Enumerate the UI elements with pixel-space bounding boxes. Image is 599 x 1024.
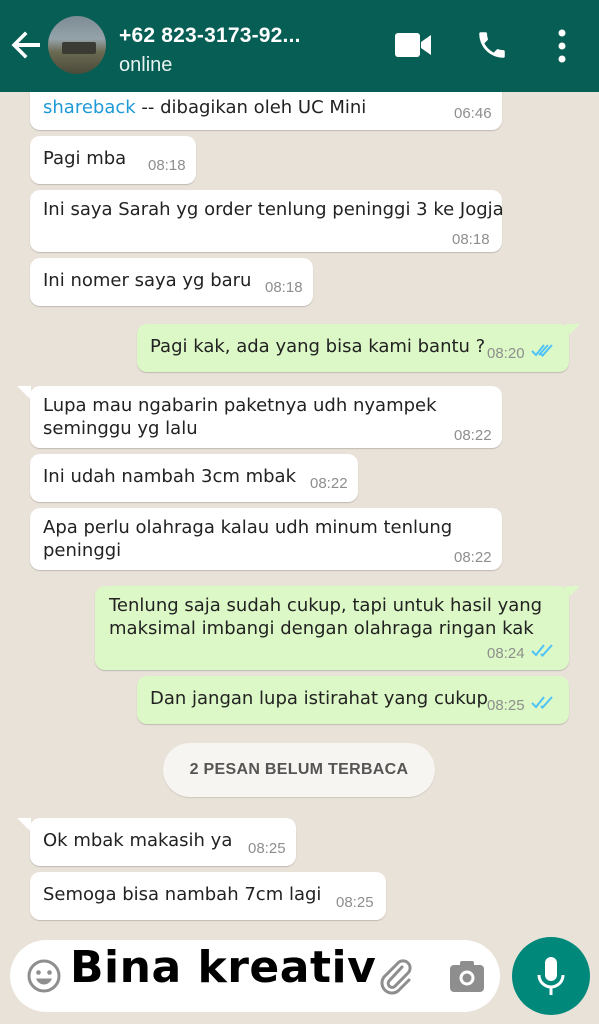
video-call-icon[interactable] <box>394 30 432 60</box>
message-time: 06:46 <box>454 105 492 122</box>
message-time: 08:18 <box>265 279 303 296</box>
double-check-icon <box>531 344 553 357</box>
contact-status: online <box>119 54 173 76</box>
message-bubble-incoming[interactable]: Ini saya Sarah yg order tenlung peninggi… <box>30 190 504 252</box>
avatar[interactable] <box>48 16 106 74</box>
message-link[interactable]: shareback <box>43 97 136 118</box>
message-time: 08:20 <box>487 345 525 362</box>
bubble-tail <box>17 818 31 832</box>
message-time: 08:18 <box>452 231 490 248</box>
message-text: Tenlung saja sudah cukup, tapi untuk has… <box>109 595 543 639</box>
watermark-text: Bina kreativ <box>70 942 377 993</box>
mic-button[interactable] <box>512 937 590 1015</box>
message-time: 08:22 <box>454 549 492 566</box>
message-time: 08:25 <box>487 697 525 714</box>
message-time: 08:25 <box>248 840 286 857</box>
more-vert-icon[interactable] <box>553 28 571 64</box>
message-time: 08:24 <box>487 645 525 662</box>
message-bubble-incoming[interactable]: Ini udah nambah 3cm mbak 08:22 <box>30 454 358 502</box>
message-bubble-incoming[interactable]: Apa perlu olahraga kalau udh minum tenlu… <box>30 508 502 570</box>
message-bubble-incoming[interactable]: Pagi mba 08:18 <box>30 136 196 184</box>
message-time: 08:22 <box>310 475 348 492</box>
message-bubble-incoming[interactable]: Semoga bisa nambah 7cm lagi 08:25 <box>30 872 386 920</box>
message-bubble-outgoing[interactable]: Pagi kak, ada yang bisa kami bantu ? 08:… <box>137 324 569 372</box>
mic-icon <box>537 957 565 995</box>
message-text: shareback -- dibagikan oleh UC Mini <box>43 97 367 118</box>
contact-name[interactable]: +62 823-3173-92... <box>119 24 301 48</box>
emoji-icon[interactable] <box>26 958 62 994</box>
message-time: 08:18 <box>148 157 186 174</box>
message-bubble-incoming[interactable]: shareback -- dibagikan oleh UC Mini 06:4… <box>30 92 502 130</box>
message-text: Lupa mau ngabarin paketnya udh nyampek s… <box>43 395 437 439</box>
phone-icon[interactable] <box>475 28 509 62</box>
bubble-tail <box>17 386 31 400</box>
message-text: Ini nomer saya yg baru <box>43 270 252 291</box>
message-text: Apa perlu olahraga kalau udh minum tenlu… <box>43 517 453 561</box>
message-bubble-incoming[interactable]: Ini nomer saya yg baru 08:18 <box>30 258 313 306</box>
message-text: Ini saya Sarah yg order tenlung peninggi… <box>43 199 504 220</box>
message-text: Pagi mba <box>43 148 127 169</box>
message-bubble-outgoing[interactable]: Tenlung saja sudah cukup, tapi untuk has… <box>95 586 569 670</box>
message-text: Dan jangan lupa istirahat yang cukup <box>150 688 488 709</box>
back-arrow-icon[interactable] <box>10 28 44 62</box>
message-bubble-outgoing[interactable]: Dan jangan lupa istirahat yang cukup 08:… <box>137 676 569 724</box>
chat-area[interactable]: shareback -- dibagikan oleh UC Mini 06:4… <box>0 92 599 932</box>
message-text: Ok mbak makasih ya <box>43 830 233 851</box>
message-text: Pagi kak, ada yang bisa kami bantu ? <box>150 336 486 357</box>
message-time: 08:25 <box>336 894 374 911</box>
message-bubble-incoming[interactable]: Ok mbak makasih ya 08:25 <box>30 818 296 866</box>
unread-messages-badge: 2 PESAN BELUM TERBACA <box>163 743 435 797</box>
camera-icon[interactable] <box>448 958 486 994</box>
message-bubble-incoming[interactable]: Lupa mau ngabarin paketnya udh nyampek s… <box>30 386 502 448</box>
double-check-icon <box>531 644 553 657</box>
message-text: Ini udah nambah 3cm mbak <box>43 466 297 487</box>
chat-header: +62 823-3173-92... online <box>0 0 599 92</box>
message-text: Semoga bisa nambah 7cm lagi <box>43 884 322 905</box>
paperclip-icon[interactable] <box>376 955 412 995</box>
double-check-icon <box>531 696 553 709</box>
message-time: 08:22 <box>454 427 492 444</box>
